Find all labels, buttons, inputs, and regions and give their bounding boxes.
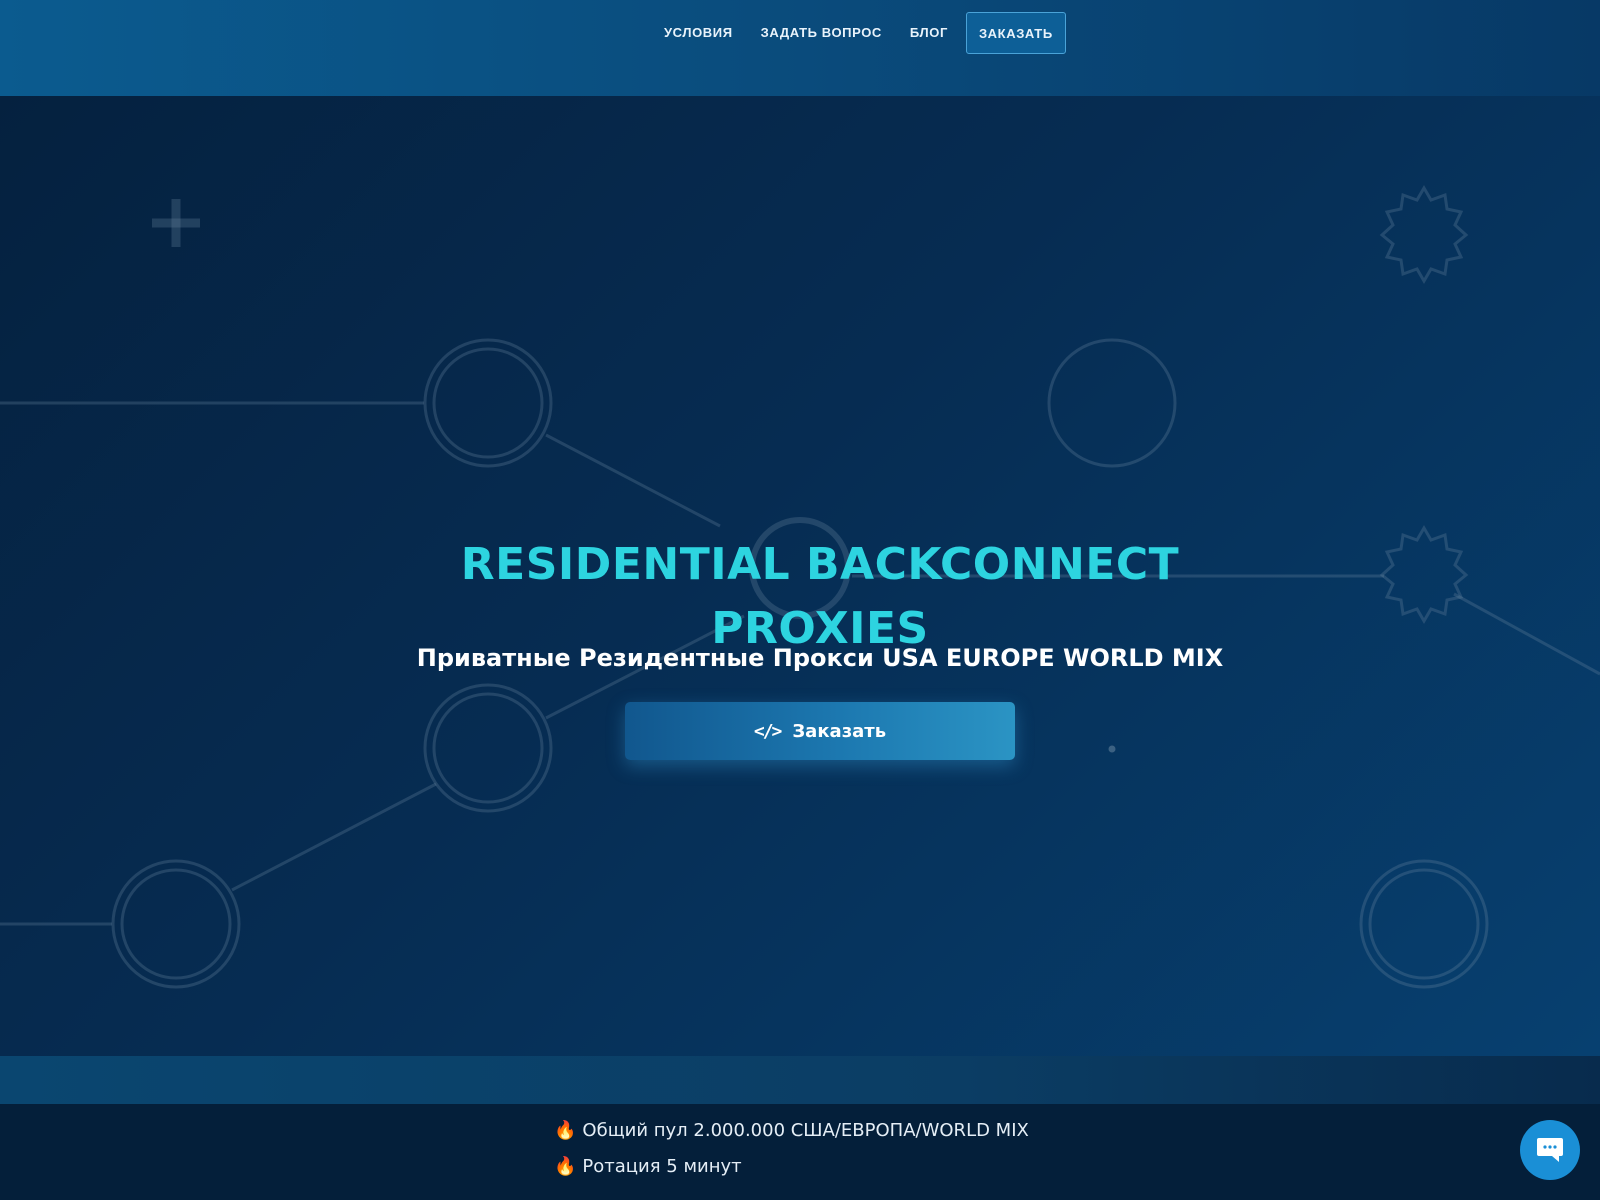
chat-bubble-icon bbox=[1537, 1138, 1563, 1162]
hero-subtitle: Приватные Резидентные Прокси USA EUROPE … bbox=[416, 644, 1224, 672]
nav-order-button[interactable]: ЗАКАЗАТЬ bbox=[965, 12, 1066, 54]
top-navigation: УСЛОВИЯ ЗАДАТЬ ВОПРОС БЛОГ ЗАКАЗАТЬ bbox=[0, 0, 1600, 96]
feature-text: Ротация 5 минут bbox=[582, 1156, 742, 1177]
hero-section: RESIDENTIAL BACKCONNECT PROXIES Приватны… bbox=[0, 96, 1600, 1056]
section-divider-band bbox=[0, 1056, 1600, 1104]
fire-icon: 🔥 bbox=[554, 1156, 577, 1177]
nav-links: УСЛОВИЯ ЗАДАТЬ ВОПРОС БЛОГ ЗАКАЗАТЬ bbox=[650, 12, 1066, 54]
hero-title: RESIDENTIAL BACKCONNECT PROXIES bbox=[0, 533, 1600, 661]
chat-widget-button[interactable] bbox=[1520, 1120, 1580, 1180]
feature-item: 🔥 Ротация 5 минут bbox=[554, 1156, 742, 1177]
hero-order-button-label: Заказать bbox=[792, 720, 887, 742]
hero-title-line1: RESIDENTIAL BACKCONNECT bbox=[460, 539, 1180, 591]
nav-link-conditions[interactable]: УСЛОВИЯ bbox=[650, 12, 747, 54]
code-icon: </> bbox=[753, 720, 782, 742]
hero-order-button[interactable]: </> Заказать bbox=[625, 702, 1015, 760]
feature-item: 🔥 Общий пул 2.000.000 США/ЕВРОПА/WORLD M… bbox=[554, 1120, 1029, 1141]
fire-icon: 🔥 bbox=[554, 1120, 577, 1141]
features-list: 🔥 Общий пул 2.000.000 США/ЕВРОПА/WORLD M… bbox=[0, 1104, 1600, 1200]
feature-text: Общий пул 2.000.000 США/ЕВРОПА/WORLD MIX bbox=[582, 1120, 1029, 1141]
nav-link-blog[interactable]: БЛОГ bbox=[896, 12, 962, 54]
nav-link-ask-question[interactable]: ЗАДАТЬ ВОПРОС bbox=[747, 12, 896, 54]
